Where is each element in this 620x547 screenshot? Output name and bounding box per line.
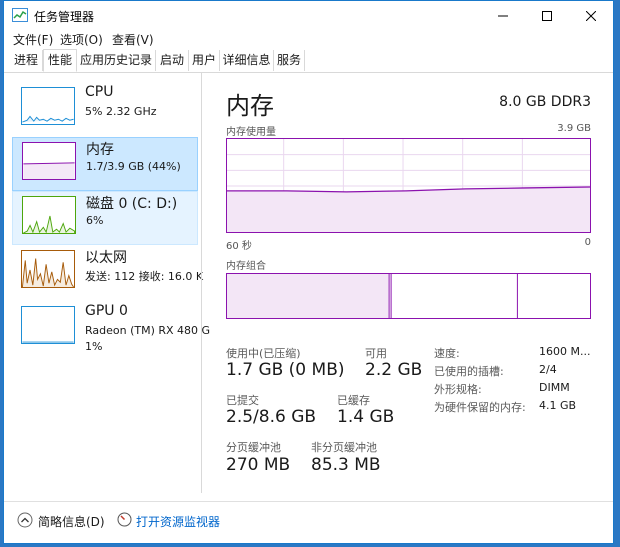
page-title: 内存 bbox=[226, 92, 274, 120]
panel-divider bbox=[201, 73, 202, 493]
hardware-reserved-label: 为硬件保留的内存: bbox=[434, 401, 526, 414]
sidebar-item-value: 6% bbox=[86, 214, 104, 227]
memory-thumbnail-graph bbox=[22, 142, 76, 180]
gpu-thumbnail-graph bbox=[21, 306, 75, 344]
close-button[interactable] bbox=[569, 1, 613, 30]
sidebar-item-ethernet[interactable]: 以太网 发送: 112 接收: 16.0 K bbox=[12, 246, 203, 300]
nonpaged-pool-label: 非分页缓冲池 bbox=[311, 441, 377, 454]
form-factor-value: DIMM bbox=[539, 381, 570, 394]
resource-monitor-icon bbox=[117, 512, 132, 527]
task-manager-window: 任务管理器 文件(F) 选项(O) 查看(V) 进程 性能 应用历史记录 启动 … bbox=[3, 0, 614, 544]
ethernet-thumbnail-graph bbox=[21, 250, 75, 288]
sidebar-item-disk[interactable]: 磁盘 0 (C: D:) 6% bbox=[12, 191, 198, 245]
sidebar-item-gpu[interactable]: GPU 0 Radeon (TM) RX 480 G 1% bbox=[12, 302, 210, 356]
in-use-label: 使用中(已压缩) bbox=[226, 347, 301, 360]
desktop-background bbox=[614, 0, 620, 547]
tab-details[interactable]: 详细信息 bbox=[220, 50, 274, 71]
sidebar-item-value-2: 1% bbox=[85, 340, 103, 353]
memory-usage-chart bbox=[226, 138, 591, 233]
tab-bar: 进程 性能 应用历史记录 启动 用户 详细信息 服务 bbox=[4, 49, 613, 73]
sidebar-item-label: 内存 bbox=[86, 142, 114, 158]
sidebar-item-label: CPU bbox=[85, 84, 114, 100]
speed-value: 1600 M... bbox=[539, 345, 591, 358]
sidebar-item-memory[interactable]: 内存 1.7/3.9 GB (44%) bbox=[12, 137, 198, 191]
maximize-icon bbox=[542, 10, 552, 21]
task-manager-icon bbox=[12, 8, 28, 22]
cached-value: 1.4 GB bbox=[337, 407, 395, 427]
slots-label: 已使用的插槽: bbox=[434, 365, 504, 378]
hardware-reserved-value: 4.1 GB bbox=[539, 399, 577, 412]
speed-label: 速度: bbox=[434, 347, 460, 360]
sidebar-item-value: 5% 2.32 GHz bbox=[85, 105, 157, 118]
nonpaged-pool-value: 85.3 MB bbox=[311, 455, 381, 475]
available-label: 可用 bbox=[365, 347, 387, 360]
title-bar[interactable]: 任务管理器 bbox=[4, 1, 613, 30]
paged-pool-value: 270 MB bbox=[226, 455, 291, 475]
sidebar-item-value: Radeon (TM) RX 480 G bbox=[85, 324, 211, 337]
tab-performance[interactable]: 性能 bbox=[43, 49, 77, 72]
available-value: 2.2 GB bbox=[365, 360, 423, 380]
menu-bar: 文件(F) 选项(O) 查看(V) bbox=[4, 30, 613, 48]
sidebar-item-label: 以太网 bbox=[85, 250, 127, 266]
chevron-up-icon[interactable] bbox=[17, 512, 33, 528]
time-axis-right: 0 bbox=[584, 237, 591, 248]
sidebar-item-value: 1.7/3.9 GB (44%) bbox=[86, 160, 181, 173]
menu-options[interactable]: 选项(O) bbox=[60, 31, 103, 48]
tab-services[interactable]: 服务 bbox=[274, 50, 305, 71]
cpu-thumbnail-graph bbox=[21, 87, 75, 125]
form-factor-label: 外形规格: bbox=[434, 383, 482, 396]
window-title: 任务管理器 bbox=[34, 10, 95, 24]
in-use-value: 1.7 GB (0 MB) bbox=[226, 360, 345, 380]
paged-pool-label: 分页缓冲池 bbox=[226, 441, 281, 454]
tab-processes[interactable]: 进程 bbox=[10, 50, 43, 71]
minimize-icon bbox=[498, 15, 508, 16]
sidebar-item-cpu[interactable]: CPU 5% 2.32 GHz bbox=[12, 83, 198, 137]
open-resource-monitor-link[interactable]: 打开资源监视器 bbox=[136, 513, 220, 530]
sidebar-item-label: 磁盘 0 (C: D:) bbox=[86, 196, 178, 212]
composition-label: 内存组合 bbox=[226, 261, 266, 272]
tab-startup[interactable]: 启动 bbox=[156, 50, 189, 71]
usage-chart-max: 3.9 GB bbox=[557, 123, 591, 134]
memory-composition-bar bbox=[226, 273, 591, 319]
tab-app-history[interactable]: 应用历史记录 bbox=[77, 50, 156, 71]
time-axis-left: 60 秒 bbox=[226, 241, 252, 252]
usage-chart-label: 内存使用量 bbox=[226, 127, 276, 138]
maximize-button[interactable] bbox=[525, 1, 569, 30]
close-icon bbox=[586, 10, 596, 21]
menu-view[interactable]: 查看(V) bbox=[112, 31, 154, 48]
memory-spec: 8.0 GB DDR3 bbox=[499, 94, 591, 110]
sidebar-item-value: 发送: 112 接收: 16.0 K bbox=[85, 270, 204, 283]
minimize-button[interactable] bbox=[481, 1, 525, 30]
menu-file[interactable]: 文件(F) bbox=[13, 31, 53, 48]
footer-bar: 简略信息(D) 打开资源监视器 bbox=[4, 501, 613, 538]
committed-value: 2.5/8.6 GB bbox=[226, 407, 317, 427]
fewer-details-link[interactable]: 简略信息(D) bbox=[38, 513, 105, 530]
cached-label: 已缓存 bbox=[337, 394, 370, 407]
disk-thumbnail-graph bbox=[22, 196, 76, 234]
tab-users[interactable]: 用户 bbox=[189, 50, 220, 71]
committed-label: 已提交 bbox=[226, 394, 259, 407]
slots-value: 2/4 bbox=[539, 363, 557, 376]
sidebar-item-label: GPU 0 bbox=[85, 303, 128, 319]
